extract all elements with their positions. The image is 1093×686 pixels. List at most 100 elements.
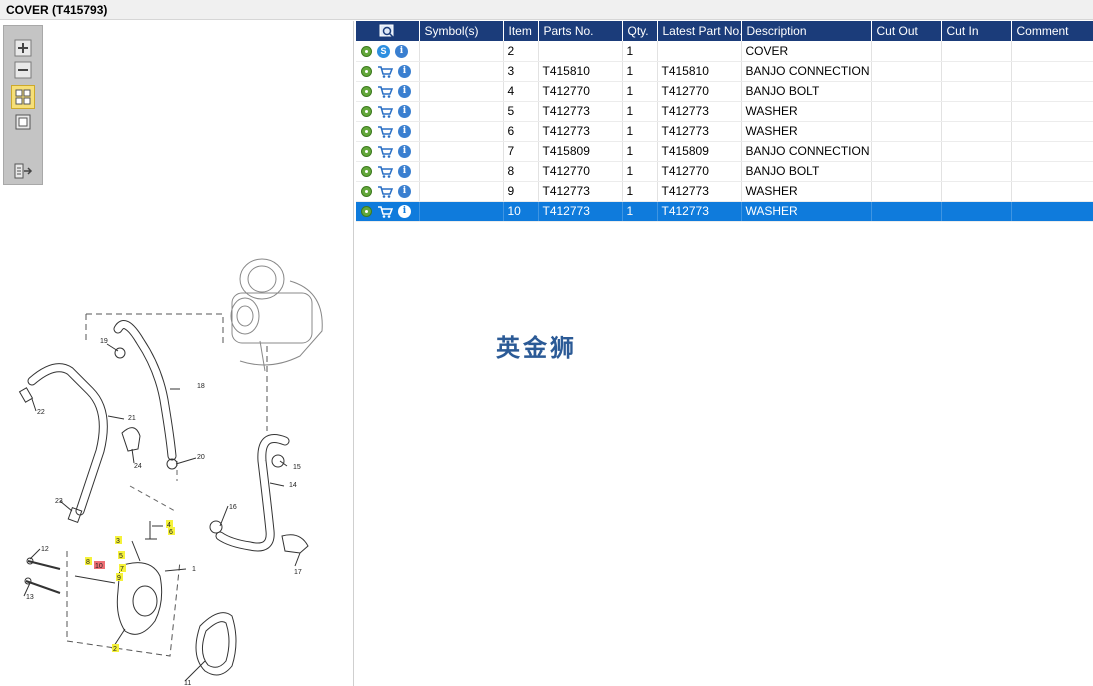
callout-label[interactable]: 21 <box>128 415 136 422</box>
cell-comment <box>1011 201 1093 222</box>
callout-label[interactable]: 12 <box>41 546 49 553</box>
info-icon[interactable]: i <box>398 165 411 179</box>
column-header-parts-no[interactable]: Parts No. <box>538 21 623 41</box>
info-icon[interactable]: i <box>398 185 411 199</box>
callout-label[interactable]: 15 <box>293 464 301 471</box>
column-header-description[interactable]: Description <box>741 21 872 41</box>
cell-qty: 1 <box>622 201 658 222</box>
cell-qty: 1 <box>622 121 658 142</box>
parts-table: Symbol(s) Item Parts No. Qty. Latest Par… <box>356 21 1093 222</box>
actual-size-button[interactable] <box>13 112 33 132</box>
gear-icon[interactable] <box>361 206 372 218</box>
callout-label[interactable]: 1 <box>192 566 196 573</box>
cart-icon[interactable] <box>377 205 393 218</box>
table-row[interactable]: i 10 T412773 1 T412773 WASHER <box>356 201 1093 222</box>
callout-label[interactable]: 8 <box>86 559 90 566</box>
window-title-bar: COVER (T415793) <box>0 0 1093 20</box>
callout-label[interactable]: 17 <box>294 569 302 576</box>
callout-label[interactable]: 2 <box>113 646 117 653</box>
cart-icon[interactable] <box>377 185 393 198</box>
cell-parts-no: T412770 <box>538 161 623 182</box>
info-icon[interactable]: i <box>398 65 411 79</box>
callout-label[interactable]: 16 <box>229 504 237 511</box>
info-icon[interactable]: i <box>398 125 411 139</box>
turbocharger-illustration <box>230 258 323 372</box>
cell-comment <box>1011 141 1093 162</box>
gear-icon[interactable] <box>361 146 372 158</box>
callout-label[interactable]: 11 <box>184 680 191 686</box>
cell-cut-out <box>871 81 942 102</box>
zoom-out-button[interactable] <box>13 60 33 80</box>
callout-label[interactable]: 19 <box>100 338 108 345</box>
cell-description: WASHER <box>741 121 872 142</box>
row-actions: i <box>356 61 420 82</box>
zoom-in-icon <box>14 39 32 57</box>
cell-parts-no: T412773 <box>538 201 623 222</box>
callout-label[interactable]: 7 <box>120 566 124 573</box>
callout-label[interactable]: 24 <box>134 463 142 470</box>
column-header-cut-out[interactable]: Cut Out <box>871 21 942 41</box>
table-row[interactable]: Si 2 1 COVER <box>356 41 1093 62</box>
info-icon[interactable]: i <box>398 205 411 219</box>
cart-icon[interactable] <box>377 65 393 78</box>
table-row[interactable]: i 9 T412773 1 T412773 WASHER <box>356 181 1093 202</box>
callout-label[interactable]: 18 <box>197 383 205 390</box>
info-icon[interactable]: i <box>398 85 411 99</box>
table-row[interactable]: i 7 T415809 1 T415809 BANJO CONNECTION <box>356 141 1093 162</box>
table-row[interactable]: i 5 T412773 1 T412773 WASHER <box>356 101 1093 122</box>
cell-symbols <box>419 181 504 202</box>
preview-column-header[interactable] <box>356 21 420 41</box>
callout-label[interactable]: 23 <box>55 498 63 505</box>
cell-qty: 1 <box>622 81 658 102</box>
info-icon[interactable]: i <box>395 44 408 58</box>
cell-latest-part-no: T412770 <box>657 161 742 182</box>
column-header-cut-in[interactable]: Cut In <box>941 21 1012 41</box>
cart-icon[interactable] <box>377 105 393 118</box>
callout-label[interactable]: 22 <box>37 409 45 416</box>
gear-icon[interactable] <box>361 126 372 138</box>
cart-icon[interactable] <box>377 145 393 158</box>
diagram-pane[interactable]: 19 18 22 21 24 20 15 14 23 16 4 6 3 5 12 8 10 7 9 1 17 13 2 11 <box>0 21 354 686</box>
cell-item: 2 <box>503 41 539 62</box>
parts-list-pane: Symbol(s) Item Parts No. Qty. Latest Par… <box>356 21 1093 686</box>
table-row[interactable]: i 6 T412773 1 T412773 WASHER <box>356 121 1093 142</box>
column-header-comment[interactable]: Comment <box>1011 21 1093 41</box>
cell-comment <box>1011 41 1093 62</box>
cell-parts-no <box>538 41 623 62</box>
column-header-symbols[interactable]: Symbol(s) <box>419 21 504 41</box>
exploded-parts-diagram[interactable]: 19182221242015142316463512810 791 1713211 <box>0 221 354 686</box>
cart-icon[interactable] <box>377 165 393 178</box>
fit-page-button[interactable] <box>11 85 35 109</box>
gear-icon[interactable] <box>361 45 372 57</box>
gear-icon[interactable] <box>361 66 372 78</box>
info-icon[interactable]: i <box>398 145 411 159</box>
table-row[interactable]: i 4 T412770 1 T412770 BANJO BOLT <box>356 81 1093 102</box>
callout-label[interactable]: 9 <box>117 575 121 582</box>
callout-label[interactable]: 14 <box>289 482 297 489</box>
supersession-icon[interactable]: S <box>377 44 390 58</box>
column-header-latest-part-no[interactable]: Latest Part No. <box>657 21 742 41</box>
gear-icon[interactable] <box>361 166 372 178</box>
callout-label[interactable]: 20 <box>197 454 205 461</box>
table-row[interactable]: i 3 T415810 1 T415810 BANJO CONNECTION <box>356 61 1093 82</box>
callout-label[interactable]: 10 <box>95 563 103 570</box>
column-header-qty[interactable]: Qty. <box>622 21 658 41</box>
gear-icon[interactable] <box>361 186 372 198</box>
export-button[interactable] <box>13 161 33 181</box>
cell-cut-out <box>871 141 942 162</box>
callout-label[interactable]: 3 <box>116 538 120 545</box>
gear-icon[interactable] <box>361 86 372 98</box>
callout-label[interactable]: 13 <box>26 594 34 601</box>
gear-icon[interactable] <box>361 106 372 118</box>
cell-parts-no: T412770 <box>538 81 623 102</box>
info-icon[interactable]: i <box>398 105 411 119</box>
zoom-in-button[interactable] <box>13 38 33 58</box>
export-icon <box>14 163 33 179</box>
callout-label[interactable]: 6 <box>169 529 173 536</box>
table-row[interactable]: i 8 T412770 1 T412770 BANJO BOLT <box>356 161 1093 182</box>
cart-icon[interactable] <box>377 125 393 138</box>
cell-symbols <box>419 201 504 222</box>
callout-label[interactable]: 5 <box>119 553 123 560</box>
column-header-item[interactable]: Item <box>503 21 539 41</box>
cart-icon[interactable] <box>377 85 393 98</box>
